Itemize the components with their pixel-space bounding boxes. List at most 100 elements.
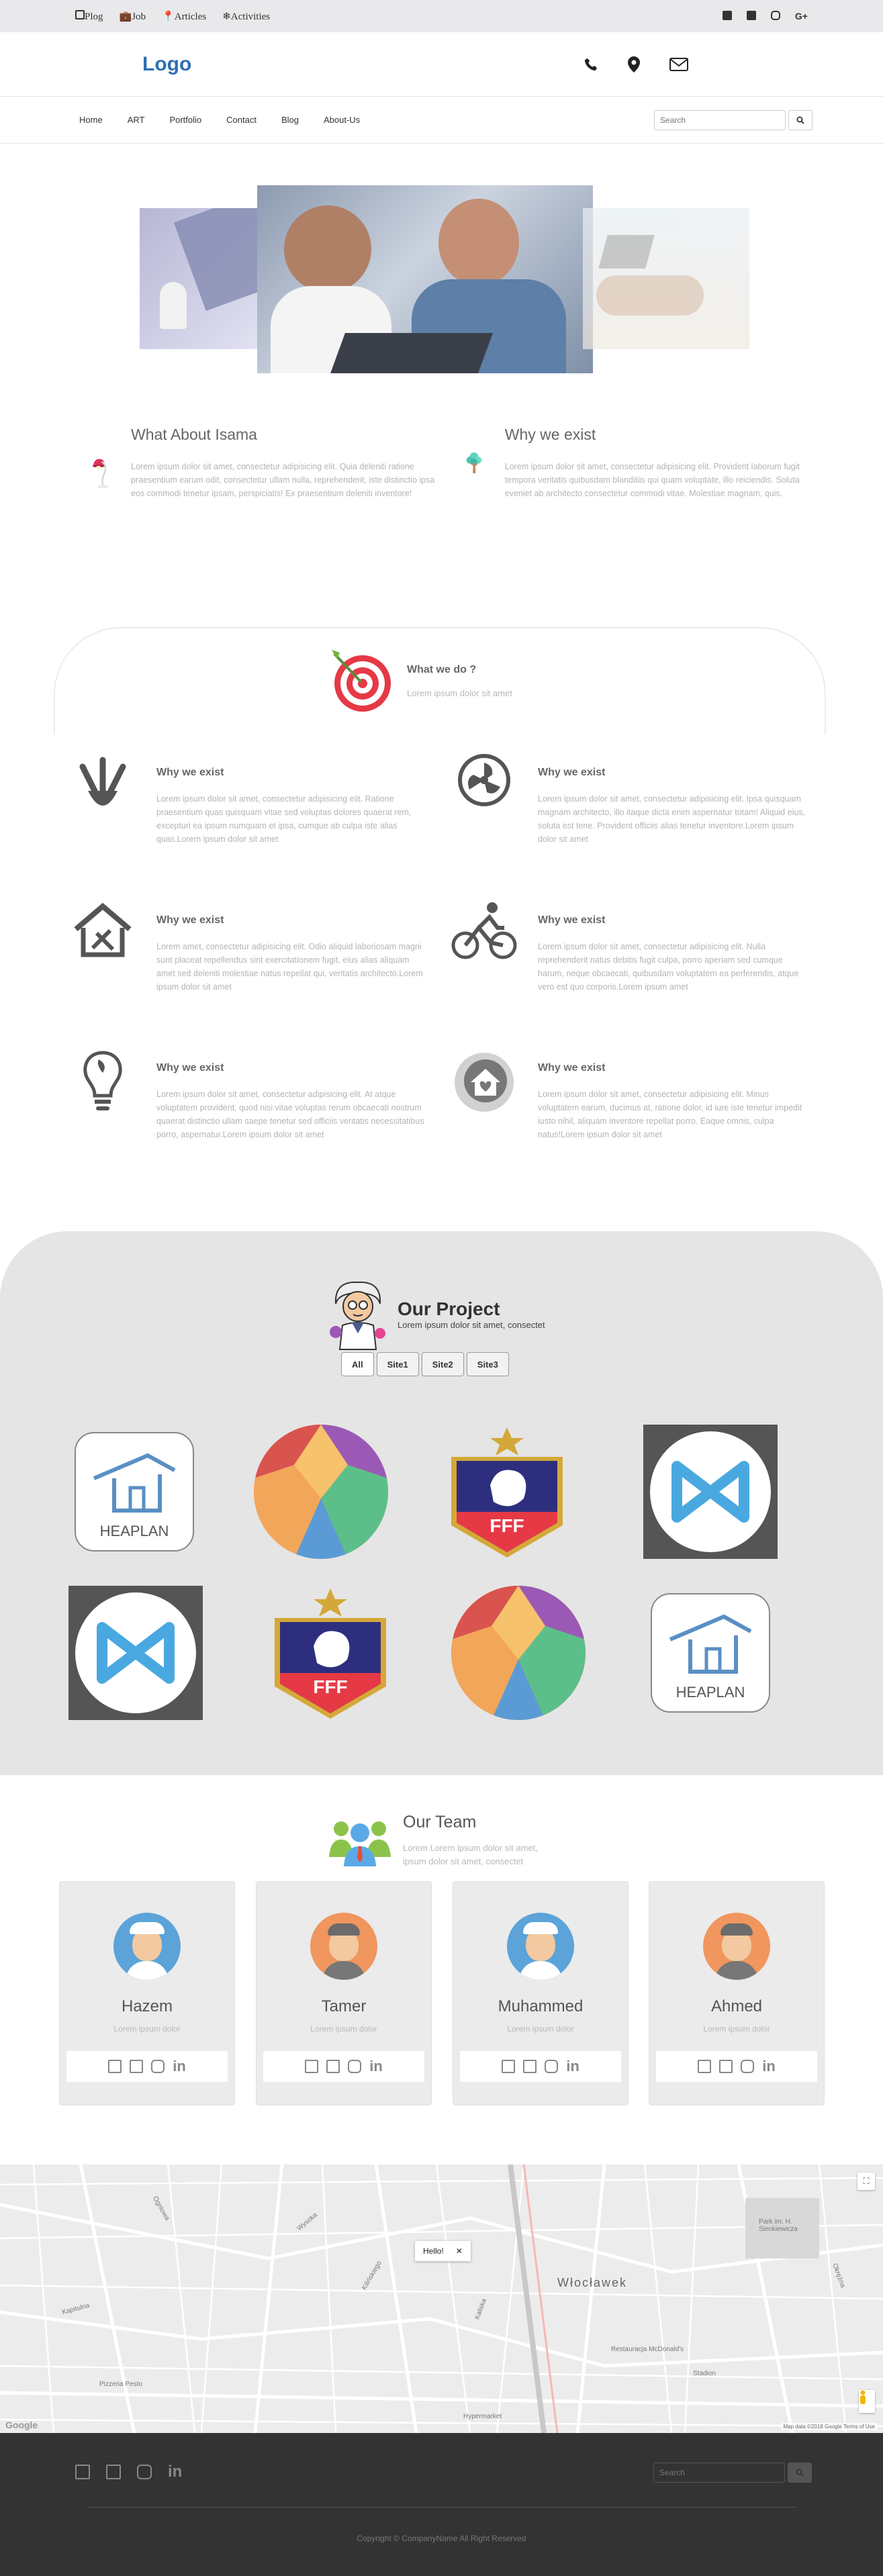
project-section: Our Project Lorem ipsum dolor sit amet, … <box>0 1231 883 1775</box>
heaplan-logo: HEAPLAN <box>651 1593 770 1713</box>
cyclist-icon <box>451 902 516 959</box>
project-thumb-polygon[interactable] <box>254 1425 388 1559</box>
member-role: Lorem ipsum dolor <box>113 2024 181 2034</box>
nav-item-art[interactable]: ART <box>128 115 145 125</box>
avatar <box>507 1913 574 1980</box>
facebook-icon[interactable] <box>108 2060 122 2073</box>
facebook-icon[interactable] <box>305 2060 319 2073</box>
about-title: What About Isama <box>131 426 257 443</box>
team-subtitle: Lorem Lorem ipsum dolor sit amet, ipsum … <box>403 1843 538 1866</box>
top-link-articles[interactable]: 📍Articles <box>162 10 206 23</box>
search-input[interactable] <box>654 109 786 130</box>
instagram-icon[interactable] <box>151 2060 165 2073</box>
copyright: Copyright © CompanyName All Right Reserv… <box>357 2534 526 2543</box>
project-thumb-polygon[interactable] <box>451 1586 586 1720</box>
fff-crest-logo: FFF <box>451 1427 563 1558</box>
header-contacts <box>584 56 688 73</box>
service-text: Lorem ipsum dolor sit amet, consectetur … <box>538 942 799 992</box>
service-item: Why we exist Lorem ipsum dolor sit amet, … <box>449 1049 811 1141</box>
twitter-icon[interactable] <box>523 2060 537 2073</box>
slide-next-image[interactable] <box>583 208 749 349</box>
project-subtitle: Lorem ipsum dolor sit amet, consectet <box>398 1319 545 1330</box>
filter-site2-button[interactable]: Site2 <box>421 1352 464 1376</box>
instagram-icon[interactable] <box>137 2465 152 2479</box>
nav-item-home[interactable]: Home <box>79 115 103 125</box>
slide-current-image[interactable] <box>257 185 593 373</box>
top-link-activities[interactable]: ❄Activities <box>222 10 270 23</box>
pin-icon: 📍 <box>162 11 175 22</box>
nav-item-contact[interactable]: Contact <box>226 115 257 125</box>
service-title: Why we exist <box>156 767 224 778</box>
location-icon[interactable] <box>628 56 640 73</box>
top-link-job[interactable]: 💼Job <box>120 10 146 23</box>
facebook-icon[interactable] <box>722 11 732 20</box>
instagram-icon[interactable] <box>770 11 780 20</box>
map-embed[interactable]: ⛶ Hello! ✕ Włocławek Pizzeria Pesto Rest… <box>0 2164 883 2433</box>
linkedin-icon[interactable]: in <box>566 2058 579 2075</box>
logo[interactable]: Logo <box>142 53 191 76</box>
project-thumb-heaplan[interactable]: HEAPLAN <box>643 1586 778 1720</box>
services-header: What we do ? Lorem ipsum dolor sit amet <box>328 647 512 714</box>
phone-icon[interactable] <box>584 57 598 72</box>
top-link-plog[interactable]: Plog <box>75 9 103 23</box>
instagram-icon[interactable] <box>741 2060 755 2073</box>
twitter-icon[interactable] <box>326 2060 340 2073</box>
footer-search <box>653 2463 812 2483</box>
blue-x-logo <box>643 1425 778 1559</box>
facebook-icon[interactable] <box>698 2060 712 2073</box>
footer-search-button[interactable] <box>788 2463 812 2483</box>
linkedin-icon[interactable]: in <box>762 2058 776 2075</box>
street-view-icon[interactable] <box>859 2390 875 2413</box>
twitter-icon[interactable] <box>130 2060 144 2073</box>
team-section: Our Team Lorem Lorem ipsum dolor sit ame… <box>0 1775 883 2164</box>
fullscreen-button[interactable]: ⛶ <box>857 2173 875 2190</box>
filter-site3-button[interactable]: Site3 <box>466 1352 509 1376</box>
twitter-icon[interactable] <box>746 11 756 20</box>
polygon-circle-logo <box>451 1586 586 1720</box>
linkedin-icon[interactable]: in <box>369 2058 383 2075</box>
top-links: Plog 💼Job 📍Articles ❄Activities <box>75 9 270 23</box>
close-icon[interactable]: ✕ <box>456 2246 463 2256</box>
service-title: Why we exist <box>538 1062 606 1074</box>
slide-prev-image[interactable] <box>140 208 261 349</box>
project-thumb-fff[interactable]: FFF <box>440 1425 574 1559</box>
facebook-icon[interactable] <box>502 2060 516 2073</box>
snowflake-icon: ❄ <box>222 11 231 22</box>
facebook-icon[interactable] <box>75 2465 90 2479</box>
about-text: Lorem ipsum dolor sit amet, consectetur … <box>504 462 800 498</box>
mail-icon[interactable] <box>669 57 688 71</box>
linkedin-icon[interactable]: in <box>168 2463 182 2481</box>
team-card: Hazem Lorem ipsum dolor in <box>59 1881 235 2105</box>
instagram-icon[interactable] <box>545 2060 559 2073</box>
map-attribution[interactable]: Map data ©2018 Google Terms of Use <box>780 2423 878 2430</box>
twitter-icon[interactable] <box>106 2465 121 2479</box>
service-item: Why we exist Lorem ipsum dolor sit amet, … <box>67 1049 430 1141</box>
search-button[interactable] <box>788 109 812 130</box>
about-item: What About Isama Lorem ipsum dolor sit a… <box>87 426 436 520</box>
nav-item-portfolio[interactable]: Portfolio <box>169 115 201 125</box>
twitter-icon[interactable] <box>719 2060 733 2073</box>
member-social: in <box>656 2051 817 2082</box>
footer: in Copyright © CompanyName All Right Res… <box>0 2433 883 2576</box>
service-text: Lorem ipsum dolor sit amet, consectetur … <box>156 794 412 844</box>
project-thumb-heaplan[interactable]: HEAPLAN <box>67 1425 201 1559</box>
map-roads <box>0 2164 883 2433</box>
about-item: Why we exist Lorem ipsum dolor sit amet,… <box>463 426 812 500</box>
instagram-icon[interactable] <box>348 2060 362 2073</box>
image-slider[interactable] <box>0 144 883 426</box>
linkedin-icon[interactable]: in <box>173 2058 186 2075</box>
filter-site1-button[interactable]: Site1 <box>376 1352 419 1376</box>
project-thumb-blue-x[interactable] <box>643 1425 778 1559</box>
avatar <box>703 1913 770 1980</box>
member-role: Lorem ipsum dolor <box>703 2024 770 2034</box>
nav-item-blog[interactable]: Blog <box>281 115 299 125</box>
nav-item-about-us[interactable]: About-Us <box>324 115 360 125</box>
footer-search-input[interactable] <box>653 2463 785 2483</box>
map-city-label: Włocławek <box>557 2276 628 2289</box>
project-thumb-blue-x[interactable] <box>68 1586 203 1720</box>
filter-all-button[interactable]: All <box>341 1352 374 1376</box>
team-card: Ahmed Lorem ipsum dolor in <box>649 1881 825 2105</box>
service-item: Why we exist Lorem amet, consectetur adip… <box>67 901 430 994</box>
project-thumb-fff[interactable]: FFF <box>263 1586 398 1720</box>
google-plus-icon[interactable]: G+ <box>795 11 808 21</box>
